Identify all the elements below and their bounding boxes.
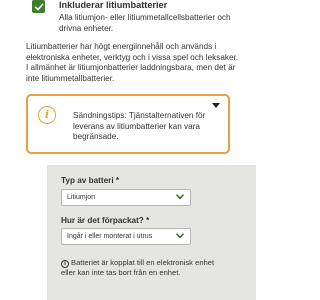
info-icon: i (38, 106, 56, 124)
battery-type-select[interactable]: Litiumjon (61, 189, 191, 206)
battery-details-panel: Typ av batteri * Litiumjon Hur är det fö… (47, 165, 256, 300)
shipping-tip-text: Sändningstips: Tjänstalternativen för le… (73, 111, 206, 141)
battery-help-text: i Batteriet är kopplat till en elektronis… (61, 258, 221, 278)
packing-select[interactable]: Ingår i eller monterat i utrus (61, 228, 191, 245)
battery-type-value: Litiumjon (67, 194, 96, 201)
packing-label: Hur är det förpackat? * (61, 216, 150, 225)
lithium-checkbox[interactable] (32, 0, 45, 13)
chevron-down-icon (176, 194, 184, 200)
packing-value: Ingår i eller monterat i utrus (67, 233, 153, 240)
chevron-down-icon (176, 233, 184, 239)
lithium-intro-text: Litiumbatterier har högt energiinnehåll … (26, 42, 239, 84)
battery-help-message: Batteriet är kopplat till en elektronisk… (61, 258, 215, 278)
info-circle-icon: i (61, 260, 69, 268)
lithium-option-title: Inkluderar litiumbatterier (59, 0, 168, 10)
caret-down-icon[interactable] (212, 103, 220, 108)
shipping-tip-notice[interactable]: i Sändningstips: Tjänstalternativen för … (26, 94, 230, 154)
lithium-option-description: Alla litiumjon- eller litiummetallcellsb… (59, 13, 231, 33)
battery-type-label: Typ av batteri * (61, 176, 120, 185)
checkmark-icon (34, 3, 43, 10)
